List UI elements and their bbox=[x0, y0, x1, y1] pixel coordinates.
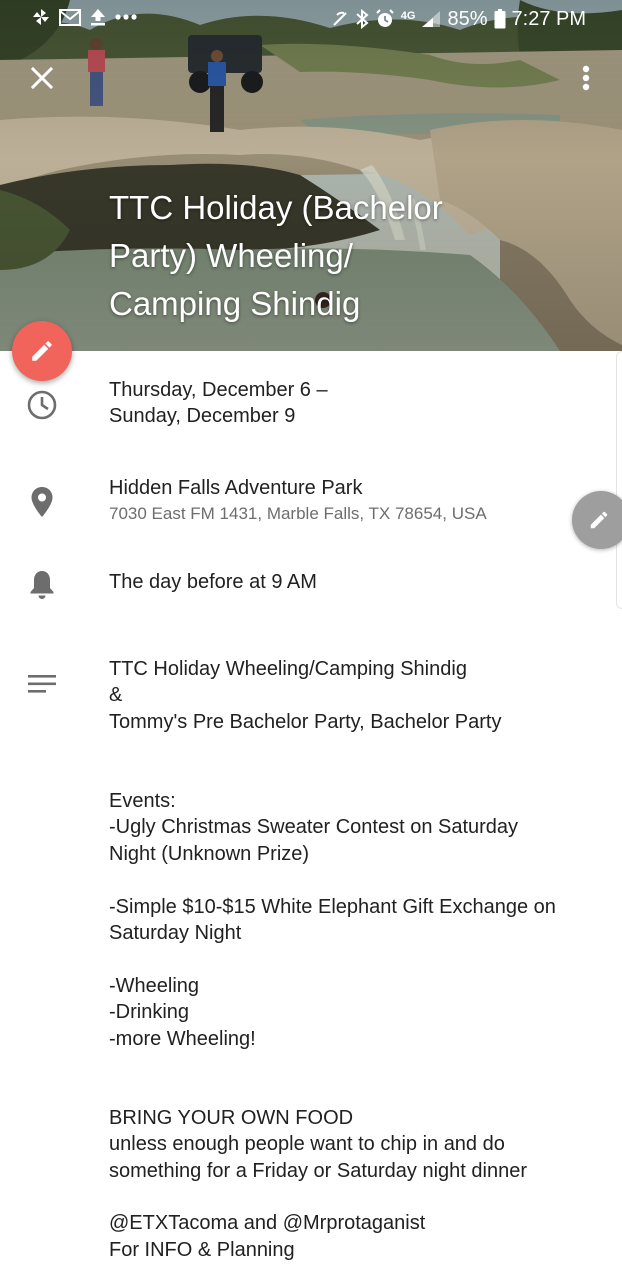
description-line: -Wheeling bbox=[109, 974, 200, 997]
description-line: Events: bbox=[109, 790, 176, 812]
description-line: TTC Holiday Wheeling/Camping Shindig bbox=[109, 658, 467, 680]
event-date-end: Sunday, December 9 bbox=[109, 405, 296, 427]
description-line: BRING YOUR OWN FOOD bbox=[109, 1106, 354, 1129]
description-line bbox=[109, 867, 599, 893]
event-date[interactable]: Thursday, December 6 – Sunday, December … bbox=[109, 377, 328, 429]
gmail-icon bbox=[59, 8, 81, 26]
header-image: 4G 85% 7:27 PM TTC Holiday (Bachelor Par… bbox=[0, 0, 622, 351]
edit-pencil-icon bbox=[32, 341, 52, 361]
event-title-line: Camping Shindig bbox=[109, 285, 361, 322]
network-4g-icon: 4G bbox=[400, 9, 416, 22]
event-date-start: Thursday, December 6 – bbox=[109, 379, 328, 401]
more-options-button[interactable] bbox=[570, 62, 602, 94]
status-time: 7:27 PM bbox=[511, 8, 586, 30]
description-line bbox=[109, 1052, 599, 1078]
status-left-icons bbox=[32, 8, 137, 26]
event-title-line: TTC Holiday (Bachelor bbox=[109, 189, 443, 226]
bluetooth-icon bbox=[355, 9, 369, 29]
signal-icon bbox=[421, 10, 441, 28]
pinwheel-icon bbox=[32, 8, 50, 26]
more-dots-icon bbox=[115, 13, 137, 21]
edit-pencil-icon bbox=[590, 511, 608, 529]
description-line: Saturday Night bbox=[109, 922, 242, 945]
location-pin-icon bbox=[24, 484, 60, 520]
event-description: TTC Holiday Wheeling/Camping Shindig & Tom… bbox=[109, 656, 599, 1263]
description-line: & bbox=[109, 684, 123, 707]
description-line: -Simple $10-$15 White Elephant Gift Exch… bbox=[109, 895, 556, 918]
event-title-line: Party) Wheeling/ bbox=[109, 237, 353, 274]
description-line: something for a Friday or Saturday night… bbox=[109, 1159, 527, 1182]
description-line: -Drinking bbox=[109, 1001, 190, 1024]
description-line: Tommy's Pre Bachelor Party, Bachelor Par… bbox=[109, 710, 502, 733]
description-line: -more Wheeling! bbox=[109, 1027, 256, 1050]
description-line: Night (Unknown Prize) bbox=[109, 842, 310, 865]
close-button[interactable] bbox=[26, 62, 58, 94]
description-line bbox=[109, 1078, 599, 1104]
status-right-icons: 4G 85% 7:27 PM bbox=[331, 8, 586, 30]
description-line: -Ugly Christmas Sweater Contest on Satur… bbox=[109, 816, 519, 839]
battery-icon bbox=[494, 9, 506, 29]
location-name: Hidden Falls Adventure Park bbox=[109, 477, 363, 499]
clock-icon bbox=[24, 387, 60, 423]
edge-panel-handle[interactable] bbox=[616, 351, 622, 609]
no-signal-icon bbox=[331, 10, 349, 28]
location-address: 7030 East FM 1431, Marble Falls, TX 7865… bbox=[109, 504, 487, 523]
reminder-text[interactable]: The day before at 9 AM bbox=[109, 569, 317, 595]
close-icon bbox=[30, 66, 54, 90]
battery-percent: 85% bbox=[447, 8, 488, 30]
upload-icon bbox=[90, 8, 106, 26]
description-line bbox=[109, 762, 599, 788]
description-line bbox=[109, 946, 599, 972]
description-line: @ETXTacoma and @Mrprotaganist bbox=[109, 1212, 426, 1235]
description-line: unless enough people want to chip in and… bbox=[109, 1133, 505, 1156]
description-line bbox=[109, 735, 599, 761]
edit-event-fab[interactable] bbox=[12, 321, 72, 381]
bell-icon bbox=[24, 566, 60, 602]
more-vert-icon bbox=[582, 65, 590, 91]
status-bar: 4G 85% 7:27 PM bbox=[0, 0, 622, 38]
event-title: TTC Holiday (Bachelor Party) Wheeling/ C… bbox=[109, 184, 549, 328]
description-line bbox=[109, 1184, 599, 1210]
notes-icon bbox=[24, 666, 60, 702]
event-location[interactable]: Hidden Falls Adventure Park 7030 East FM… bbox=[109, 475, 487, 527]
description-line: For INFO & Planning bbox=[109, 1238, 295, 1261]
alarm-icon bbox=[375, 9, 395, 29]
floating-edit-button[interactable] bbox=[572, 491, 622, 549]
